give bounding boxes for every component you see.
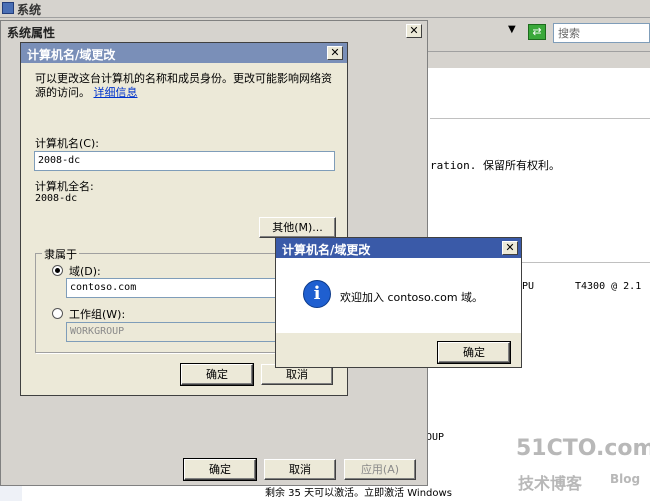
welcome-titlebar: 计算机名/域更改 — [276, 238, 521, 258]
system-properties-apply-button[interactable]: 应用(A) — [344, 459, 416, 480]
system-properties-ok-button[interactable]: 确定 — [183, 458, 257, 481]
dropdown-arrow-icon[interactable]: ▼ — [508, 24, 516, 35]
background-activation-text[interactable]: 剩余 35 天可以激活。立即激活 Windows — [265, 484, 452, 499]
system-window-icon — [2, 2, 14, 14]
watermark-blog: Blog — [610, 472, 641, 486]
background-window-title: 系统 — [17, 3, 42, 17]
workgroup-radio-label[interactable]: 工作组(W): — [69, 306, 125, 322]
details-link[interactable]: 详细信息 — [94, 86, 138, 99]
intro-text: 可以更改这台计算机的名称和成员身份。更改可能影响网络资源的访问。 详细信息 — [35, 72, 340, 100]
intro-description: 可以更改这台计算机的名称和成员身份。更改可能影响网络资源的访问。 — [35, 72, 332, 99]
welcome-close-button[interactable]: ✕ — [502, 241, 518, 255]
computer-name-label: 计算机名(C): — [35, 137, 99, 150]
domain-radio-label[interactable]: 域(D): — [69, 263, 101, 279]
system-properties-close-button[interactable]: ✕ — [406, 24, 422, 38]
computer-name-ok-button[interactable]: 确定 — [180, 363, 254, 386]
welcome-dialog: 计算机名/域更改 ✕ i 欢迎加入 contoso.com 域。 确定 — [275, 237, 522, 368]
background-cpu-model: T4300 @ 2.1 — [575, 281, 642, 292]
computer-name-close-button[interactable]: ✕ — [327, 46, 343, 60]
system-properties-title: 系统属性 — [7, 26, 56, 40]
member-of-legend: 隶属于 — [42, 246, 79, 262]
search-input[interactable]: 搜索 — [553, 23, 650, 43]
welcome-message: 欢迎加入 contoso.com 域。 — [340, 291, 484, 304]
background-group-fragment: OUP — [426, 432, 445, 443]
refresh-icon[interactable]: ⇄ — [528, 24, 546, 40]
watermark-subtitle: 技术博客 — [518, 474, 583, 493]
search-placeholder: 搜索 — [558, 27, 580, 40]
background-cpu-label: PU — [522, 281, 535, 292]
system-properties-cancel-button[interactable]: 取消 — [264, 459, 336, 480]
watermark: 51CTO.com 技术博客 Blog — [516, 436, 650, 496]
computer-name-input[interactable]: 2008-dc — [34, 151, 335, 171]
welcome-ok-button[interactable]: 确定 — [437, 341, 511, 364]
full-name-label: 计算机全名: — [35, 180, 94, 193]
background-titlebar: 系统 — [0, 0, 650, 18]
background-copyright-text: ration. 保留所有权利。 — [430, 159, 560, 172]
full-name-value: 2008-dc — [35, 193, 78, 204]
system-properties-titlebar: 系统属性 — [1, 21, 427, 41]
welcome-title: 计算机名/域更改 — [282, 243, 371, 257]
workgroup-radio[interactable] — [52, 308, 63, 319]
background-separator — [430, 118, 650, 119]
computer-name-titlebar: 计算机名/域更改 — [21, 43, 347, 63]
domain-radio[interactable] — [52, 265, 63, 276]
computer-name-title: 计算机名/域更改 — [27, 48, 116, 62]
other-button[interactable]: 其他(M)... — [259, 217, 336, 238]
watermark-brand: 51CTO.com — [516, 436, 650, 461]
info-icon: i — [303, 280, 331, 308]
welcome-body: i 欢迎加入 contoso.com 域。 — [276, 258, 521, 333]
